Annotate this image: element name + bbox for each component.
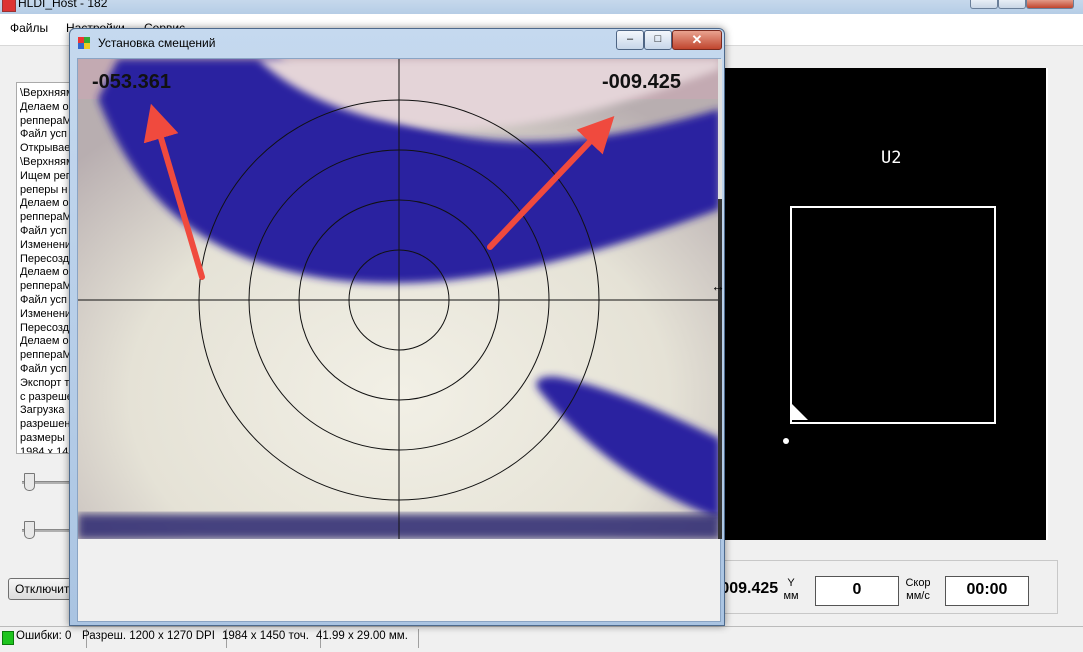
disconnect-button[interactable]: Отключить bbox=[8, 578, 74, 600]
offset-dialog[interactable]: Установка смещений – □ ✕ -053.361 -009.4… bbox=[69, 28, 725, 626]
trackbar-thumb[interactable] bbox=[24, 521, 35, 539]
log-line: 1984 x 14 bbox=[20, 445, 69, 454]
log-line: Изменени bbox=[20, 307, 72, 320]
dialog-scrollbar-thumb[interactable] bbox=[718, 199, 722, 539]
camera-image bbox=[78, 59, 720, 539]
log-panel[interactable]: \Верхняям Делаем о реппераМ Файл усп Отк… bbox=[16, 82, 76, 454]
status-bar: Ошибки: 0 Разреш. 1200 x 1270 DPI 1984 x… bbox=[0, 626, 1083, 652]
main-window-titlebar[interactable]: HLDI_Host - 182 bbox=[0, 0, 1083, 14]
log-line: Экспорт т bbox=[20, 376, 70, 389]
log-line: \Верхняям bbox=[20, 156, 74, 168]
time-value: 00:00 bbox=[945, 576, 1029, 606]
preview-label: U2 bbox=[881, 148, 902, 168]
layout-preview[interactable]: U2 bbox=[716, 68, 1048, 540]
speed-label: Скор мм/с bbox=[905, 577, 931, 602]
resize-cursor-icon: ↔ bbox=[711, 278, 725, 294]
preview-corner-marker bbox=[790, 402, 808, 420]
log-line: реперы н bbox=[20, 183, 68, 196]
log-line: реппераМ bbox=[20, 211, 72, 224]
main-maximize-button[interactable] bbox=[998, 0, 1026, 9]
dialog-close-button[interactable]: ✕ bbox=[672, 30, 722, 50]
log-line: Делаем о bbox=[20, 197, 69, 210]
log-line: Пересозд bbox=[20, 321, 70, 334]
preview-fiducial-dot bbox=[783, 438, 789, 444]
log-line: Файл усп bbox=[20, 294, 67, 306]
log-line: Файл усп bbox=[20, 363, 67, 375]
log-line: реппераМ bbox=[20, 280, 72, 293]
log-line: Делаем о bbox=[20, 100, 69, 113]
app-logo-icon bbox=[2, 0, 16, 12]
log-line: Делаем о bbox=[20, 335, 69, 348]
offset-y-readout: -009.425 bbox=[602, 71, 681, 93]
y-axis-label: Y мм bbox=[783, 577, 799, 602]
main-window-title: HLDI_Host - 182 bbox=[18, 0, 108, 10]
preview-edge bbox=[1046, 68, 1048, 540]
status-resolution: Разреш. 1200 x 1270 DPI bbox=[78, 629, 227, 648]
preview-outline bbox=[790, 206, 996, 424]
main-close-button[interactable] bbox=[1026, 0, 1074, 9]
log-line: разрешен bbox=[20, 418, 71, 431]
dialog-title: Установка смещений bbox=[98, 36, 216, 50]
log-line: Загрузка bbox=[20, 404, 65, 417]
log-line: размеры bbox=[20, 432, 65, 444]
trackbar-thumb[interactable] bbox=[24, 473, 35, 491]
y-coordinate-value: 0 bbox=[815, 576, 899, 606]
dialog-maximize-button[interactable]: □ bbox=[644, 30, 672, 50]
status-size: 41.99 x 29.00 мм. bbox=[312, 629, 419, 648]
log-line: Делаем о bbox=[20, 266, 69, 279]
log-line: Файл усп bbox=[20, 225, 67, 237]
log-line: Пересозд bbox=[20, 252, 70, 265]
log-line: \Верхняям bbox=[20, 87, 74, 99]
log-line: Изменени bbox=[20, 238, 72, 251]
menu-files[interactable]: Файлы bbox=[10, 21, 48, 35]
main-minimize-button[interactable] bbox=[970, 0, 998, 9]
log-line: Ищем реп bbox=[20, 169, 72, 182]
dialog-client-area: -053.361 -009.425 bbox=[77, 58, 722, 622]
log-line: Открывае bbox=[20, 142, 71, 155]
camera-view[interactable]: -053.361 -009.425 bbox=[78, 59, 720, 539]
coordinates-group: -009.425 Y мм 0 Скор мм/с 00:00 bbox=[715, 560, 1058, 614]
dialog-app-icon bbox=[78, 37, 90, 49]
status-points: 1984 x 1450 точ. bbox=[218, 629, 321, 648]
log-line: Файл усп bbox=[20, 128, 67, 141]
log-line: с разреше bbox=[20, 390, 73, 403]
status-errors: Ошибки: 0 bbox=[12, 629, 87, 648]
offset-x-readout: -053.361 bbox=[92, 71, 171, 93]
log-line: реппераМ bbox=[20, 114, 72, 127]
dialog-scrollbar[interactable] bbox=[718, 59, 722, 539]
log-line: реппераМ bbox=[20, 349, 72, 362]
dialog-minimize-button[interactable]: – bbox=[616, 30, 644, 50]
